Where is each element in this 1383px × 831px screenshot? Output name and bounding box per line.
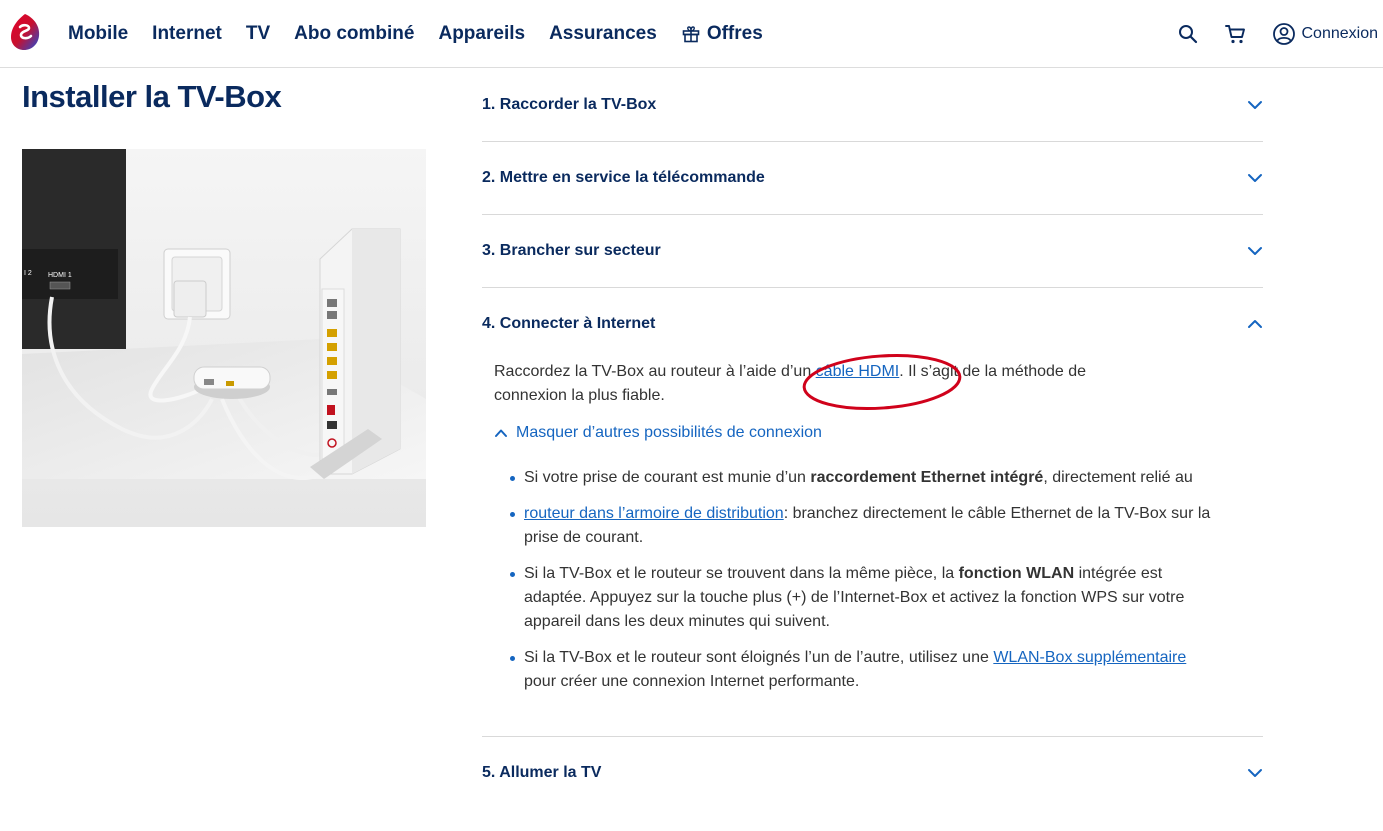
accordion-header-step-4[interactable]: 4. Connecter à Internet — [482, 288, 1263, 360]
chevron-up-icon — [495, 429, 507, 437]
user-icon — [1272, 23, 1295, 45]
step-title: 5. Allumer la TV — [482, 764, 602, 781]
hdmi-cable-link[interactable]: câble HDMI — [816, 363, 900, 380]
accordion-header-step-3[interactable]: 3. Brancher sur secteur — [482, 215, 1263, 287]
site-header: Mobile Internet TV Abo combiné Appareils… — [0, 0, 1383, 68]
option-text: Si votre prise de courant est munie d’un — [524, 469, 811, 486]
toggle-label: Masquer d’autres possibilités de connexi… — [516, 424, 822, 441]
list-item: Si votre prise de courant est munie d’un… — [510, 466, 1222, 490]
nav-tv[interactable]: TV — [234, 23, 282, 45]
option-bold-text: raccordement Ethernet intégré — [810, 469, 1044, 486]
hdmi2-label: I 2 — [24, 270, 32, 277]
nav-internet[interactable]: Internet — [140, 23, 234, 45]
installation-drawing: I 2 HDMI 1 — [22, 149, 426, 527]
login-label: Connexion — [1301, 25, 1379, 42]
step-4-description: Raccordez la TV-Box au routeur à l’aide … — [494, 360, 1134, 408]
accordion-item-step-2: 2. Mettre en service la télécommande — [482, 142, 1263, 215]
step-title: 3. Brancher sur secteur — [482, 242, 661, 259]
accordion-body-step-4: Raccordez la TV-Box au routeur à l’aide … — [482, 360, 1263, 694]
option-text: pour créer une connexion Internet perfor… — [524, 673, 860, 690]
chevron-down-icon — [1248, 247, 1262, 255]
cart-icon[interactable] — [1224, 22, 1248, 46]
login-button[interactable]: Connexion — [1272, 22, 1379, 46]
step-title: 1. Raccorder la TV-Box — [482, 96, 657, 113]
swisscom-logo[interactable] — [9, 12, 41, 52]
list-item: routeur dans l’armoire de distribution: … — [510, 502, 1222, 550]
list-item: Si la TV-Box et le routeur sont éloignés… — [510, 646, 1222, 694]
step-title: 2. Mettre en service la télécommande — [482, 169, 765, 186]
accordion-item-step-4: 4. Connecter à Internet Raccordez la TV-… — [482, 288, 1263, 737]
tv-box-installation-illustration: I 2 HDMI 1 — [22, 149, 426, 527]
chevron-down-icon — [1248, 174, 1262, 182]
search-icon[interactable] — [1176, 22, 1200, 46]
text-before: Raccordez la TV-Box au routeur à l’aide … — [494, 363, 816, 380]
option-text: Si la TV-Box et le routeur se trouvent d… — [524, 565, 959, 582]
nav-mobile[interactable]: Mobile — [56, 23, 140, 45]
step-title: 4. Connecter à Internet — [482, 315, 656, 332]
page-title: Installer la TV-Box — [22, 79, 282, 114]
option-text: , directement relié au — [1043, 469, 1193, 486]
chevron-down-icon — [1248, 769, 1262, 777]
accordion-header-step-5[interactable]: 5. Allumer la TV — [482, 737, 1263, 809]
option-text: Si la TV-Box et le routeur sont éloignés… — [524, 649, 994, 666]
accordion-item-step-5: 5. Allumer la TV — [482, 737, 1263, 809]
nav-offres[interactable]: Offres — [669, 23, 775, 45]
distribution-cabinet-router-link[interactable]: routeur dans l’armoire de distribution — [524, 505, 784, 522]
connection-options-list: Si votre prise de courant est munie d’un… — [494, 466, 1251, 694]
option-bold-text: fonction WLAN — [958, 565, 1075, 582]
nav-offres-label: Offres — [706, 23, 763, 44]
nav-abo-combine[interactable]: Abo combiné — [282, 23, 426, 45]
accordion-header-step-2[interactable]: 2. Mettre en service la télécommande — [482, 142, 1263, 214]
hdmi1-label: HDMI 1 — [48, 272, 72, 279]
accordion-header-step-1[interactable]: 1. Raccorder la TV-Box — [482, 69, 1263, 141]
chevron-down-icon — [1248, 101, 1262, 109]
gift-icon — [682, 26, 700, 43]
nav-assurances[interactable]: Assurances — [537, 23, 669, 45]
nav-appareils[interactable]: Appareils — [426, 23, 537, 45]
installation-steps-accordion: 1. Raccorder la TV-Box 2. Mettre en serv… — [482, 69, 1263, 809]
accordion-item-step-1: 1. Raccorder la TV-Box — [482, 69, 1263, 142]
wlan-box-link[interactable]: WLAN-Box supplémentaire — [993, 649, 1186, 666]
accordion-item-step-3: 3. Brancher sur secteur — [482, 215, 1263, 288]
chevron-up-icon — [1248, 320, 1262, 328]
main-nav: Mobile Internet TV Abo combiné Appareils… — [56, 0, 775, 68]
header-actions: Connexion — [1176, 0, 1383, 68]
list-item: Si la TV-Box et le routeur se trouvent d… — [510, 562, 1222, 634]
hide-other-options-toggle[interactable]: Masquer d’autres possibilités de connexi… — [494, 424, 1251, 442]
